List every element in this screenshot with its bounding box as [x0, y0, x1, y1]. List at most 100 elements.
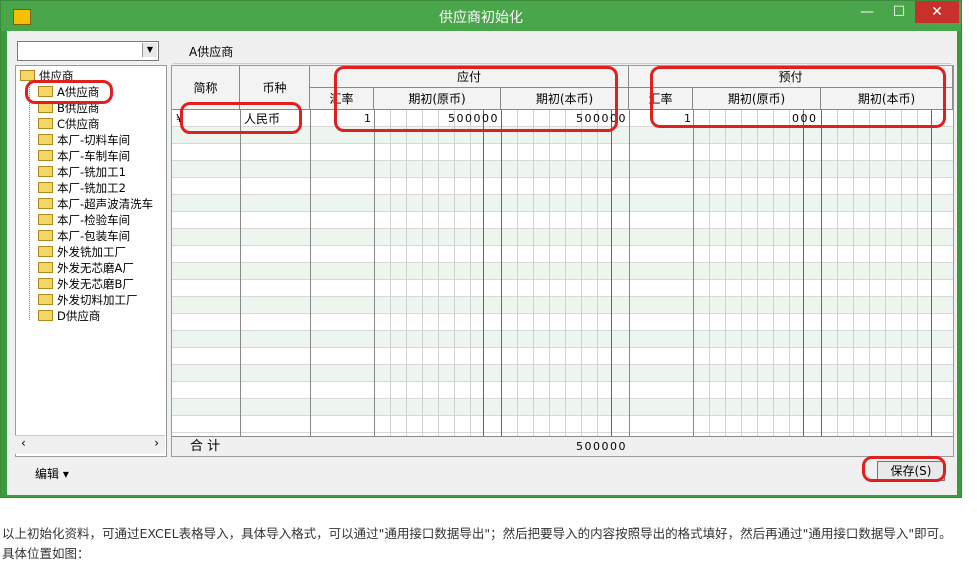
- maximize-button[interactable]: ☐: [883, 1, 915, 23]
- tree-item[interactable]: D供应商: [38, 308, 100, 324]
- table-row[interactable]: [172, 110, 953, 127]
- tree-item[interactable]: 外发铣加工厂: [38, 244, 126, 260]
- tree-item[interactable]: 外发无芯磨A厂: [38, 260, 134, 276]
- tree-root-label: 供应商: [39, 69, 74, 83]
- grid-line: [757, 110, 758, 438]
- table-row[interactable]: [172, 161, 953, 178]
- tree-item-label: 本厂-铣加工2: [57, 181, 126, 195]
- table-row[interactable]: [172, 297, 953, 314]
- tree-item[interactable]: 本厂-超声波清洗车: [38, 196, 153, 212]
- grid-line-red: [611, 110, 612, 438]
- grid-line: [240, 110, 241, 438]
- cell-pay-local[interactable]: 500000: [576, 111, 627, 127]
- totals-label: 合 计: [190, 439, 221, 454]
- tree-item[interactable]: C供应商: [38, 116, 100, 132]
- tree-item[interactable]: B供应商: [38, 100, 99, 116]
- grid-line: [406, 110, 407, 438]
- table-row[interactable]: [172, 229, 953, 246]
- grid-line: [581, 110, 582, 438]
- folder-icon: [38, 246, 53, 257]
- table-row[interactable]: [172, 365, 953, 382]
- save-button[interactable]: 保存(S): [877, 461, 945, 481]
- table-row[interactable]: [172, 127, 953, 144]
- folder-icon: [38, 134, 53, 145]
- table-row[interactable]: [172, 399, 953, 416]
- grid-line: [901, 110, 902, 438]
- table-row[interactable]: [172, 263, 953, 280]
- tree-item-label: 本厂-切料车间: [57, 133, 131, 147]
- folder-icon: [38, 262, 53, 273]
- chevron-down-icon[interactable]: ▼: [142, 43, 157, 57]
- supplier-tree: 供应商 A供应商 B供应商 C供应商 本厂-切料车间 本厂-车制车间 本厂-铣加…: [15, 65, 167, 457]
- scroll-right-icon[interactable]: ›: [154, 436, 159, 450]
- folder-icon: [38, 230, 53, 241]
- grid-line: [853, 110, 854, 438]
- table-row[interactable]: [172, 144, 953, 161]
- close-button[interactable]: ✕: [915, 1, 959, 23]
- grid-line: [422, 110, 423, 438]
- tree-item[interactable]: 外发无芯磨B厂: [38, 276, 134, 292]
- cell-pre-orig[interactable]: 000: [792, 111, 818, 127]
- table-row[interactable]: [172, 212, 953, 229]
- grid-line: [565, 110, 566, 438]
- table-row[interactable]: [172, 280, 953, 297]
- grid-line: [517, 110, 518, 438]
- tree-item[interactable]: 本厂-铣加工2: [38, 180, 126, 196]
- cell-abbr[interactable]: ¥: [176, 111, 183, 127]
- col-header-abbr: 简称: [172, 66, 240, 110]
- tree-root[interactable]: 供应商: [20, 68, 74, 84]
- cell-currency[interactable]: 人民币: [244, 111, 280, 127]
- grid-line: [470, 110, 471, 438]
- grid-line-green: [501, 110, 502, 438]
- grid-line: [549, 110, 550, 438]
- col-header-pay-orig: 期初(原币): [374, 88, 501, 110]
- cell-pay-rate[interactable]: 1: [364, 111, 371, 127]
- folder-icon: [38, 278, 53, 289]
- cell-pay-orig[interactable]: 500000: [448, 111, 499, 127]
- folder-icon: [20, 70, 35, 81]
- table-row[interactable]: [172, 348, 953, 365]
- table-row[interactable]: [172, 195, 953, 212]
- table-row[interactable]: [172, 246, 953, 263]
- tree-item[interactable]: 本厂-检验车间: [38, 212, 130, 228]
- tree-horizontal-scrollbar[interactable]: ‹ ›: [15, 435, 165, 454]
- tree-item[interactable]: 本厂-切料车间: [38, 132, 130, 148]
- table-row[interactable]: [172, 314, 953, 331]
- col-header-pay-local: 期初(本币): [501, 88, 629, 110]
- totals-pay-local: 500000: [576, 440, 627, 453]
- tree-item-label: C供应商: [57, 117, 100, 131]
- window-title: 供应商初始化: [439, 10, 523, 26]
- title-bar[interactable]: 供应商初始化 — ☐ ✕: [1, 1, 961, 31]
- scroll-left-icon[interactable]: ‹: [21, 436, 26, 450]
- grid-line: [374, 110, 375, 438]
- col-header-currency: 币种: [240, 66, 310, 110]
- tree-item-label: 外发无芯磨A厂: [57, 261, 134, 275]
- tree-item[interactable]: 外发切料加工厂: [38, 292, 138, 308]
- table-row[interactable]: [172, 416, 953, 433]
- minimize-button[interactable]: —: [851, 1, 883, 23]
- grid-line: [741, 110, 742, 438]
- folder-icon: [38, 150, 53, 161]
- supplier-combo[interactable]: ▼: [17, 41, 159, 61]
- tree-item[interactable]: 本厂-铣加工1: [38, 164, 126, 180]
- edit-menu-button[interactable]: 编辑 ▾: [35, 465, 69, 482]
- tree-item[interactable]: A供应商: [38, 84, 99, 100]
- tree-item-label: 外发铣加工厂: [57, 245, 126, 259]
- tree-item-label: 本厂-包装车间: [57, 229, 131, 243]
- tree-item-label: 本厂-铣加工1: [57, 165, 126, 179]
- folder-icon: [38, 166, 53, 177]
- grid-line: [310, 110, 311, 438]
- table-row[interactable]: [172, 382, 953, 399]
- caption-text: 以上初始化资料，可通过EXCEL表格导入，具体导入格式，可以通过"通用接口数据导…: [2, 526, 952, 561]
- table-row[interactable]: [172, 178, 953, 195]
- grid-line-green: [821, 110, 822, 438]
- selected-supplier-name: A供应商: [189, 45, 234, 59]
- folder-icon: [38, 198, 53, 209]
- table-row[interactable]: [172, 331, 953, 348]
- cell-pre-rate[interactable]: 1: [684, 111, 691, 127]
- grid-line: [789, 110, 790, 438]
- tree-item[interactable]: 本厂-包装车间: [38, 228, 130, 244]
- tree-item-label: A供应商: [57, 85, 100, 99]
- grid-line: [390, 110, 391, 438]
- tree-item[interactable]: 本厂-车制车间: [38, 148, 130, 164]
